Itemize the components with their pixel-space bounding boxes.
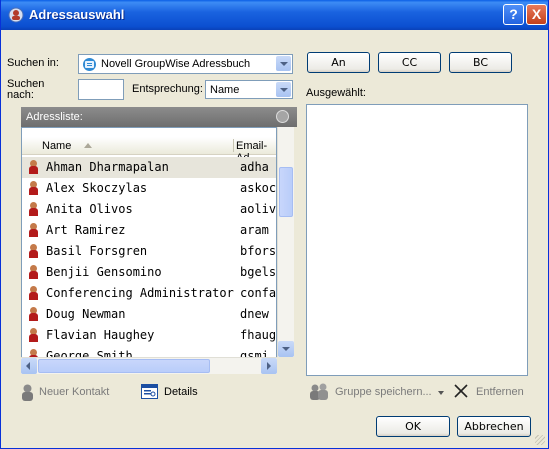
window-title: Adressauswahl bbox=[29, 7, 125, 22]
contact-icon bbox=[29, 328, 38, 342]
group-icon bbox=[310, 383, 328, 400]
cc-button[interactable]: CC bbox=[378, 52, 441, 73]
new-contact-label: Neuer Kontakt bbox=[39, 386, 110, 398]
resize-grip[interactable] bbox=[535, 435, 545, 445]
match-label: Entsprechung: bbox=[132, 83, 203, 95]
contact-name: Basil Forsgren bbox=[46, 244, 148, 258]
contact-name: Anita Olivos bbox=[46, 202, 133, 216]
close-button[interactable]: X bbox=[526, 4, 547, 25]
contact-email: aoliv bbox=[240, 202, 277, 216]
contact-name: Doug Newman bbox=[46, 307, 126, 321]
contact-icon bbox=[29, 160, 38, 174]
search-for-label-line2: nach: bbox=[7, 89, 34, 101]
contact-name: Art Ramirez bbox=[46, 223, 126, 237]
close-icon bbox=[454, 384, 468, 398]
title-bar[interactable]: Adressauswahl ? X bbox=[1, 0, 548, 30]
horizontal-scrollbar[interactable] bbox=[21, 357, 277, 374]
column-divider[interactable] bbox=[233, 139, 234, 152]
help-button[interactable]: ? bbox=[503, 4, 524, 25]
contact-email: dnew bbox=[240, 307, 269, 321]
chevron-down-icon[interactable] bbox=[276, 82, 291, 97]
contact-name: Flavian Haughey bbox=[46, 328, 155, 342]
search-in-dropdown[interactable]: Novell GroupWise Adressbuch bbox=[78, 54, 293, 74]
contact-icon bbox=[29, 265, 38, 279]
scroll-thumb[interactable] bbox=[279, 167, 293, 217]
contact-name: Benjii Gensomino bbox=[46, 265, 162, 279]
remove-label: Entfernen bbox=[476, 386, 524, 398]
contact-icon bbox=[29, 307, 38, 321]
scroll-thumb[interactable] bbox=[38, 359, 210, 373]
bc-button[interactable]: BC bbox=[449, 52, 512, 73]
list-item[interactable]: Doug Newman dnew bbox=[22, 304, 276, 325]
list-item[interactable]: Alex Skoczylas askoc bbox=[22, 178, 277, 199]
details-label: Details bbox=[164, 386, 198, 398]
save-group-label: Gruppe speichern... bbox=[335, 386, 432, 398]
refresh-icon[interactable] bbox=[276, 110, 289, 123]
contact-email: bfors bbox=[240, 244, 277, 258]
list-item[interactable]: Art Ramirez aram bbox=[22, 220, 276, 241]
contact-email: fhaug bbox=[240, 328, 277, 342]
contact-icon bbox=[29, 181, 38, 195]
list-item[interactable]: Anita Olivos aoliv bbox=[22, 199, 277, 220]
scroll-down-icon[interactable] bbox=[278, 341, 294, 357]
address-list-label: Adressliste: bbox=[26, 111, 83, 123]
selected-label: Ausgewählt: bbox=[306, 87, 366, 99]
scroll-left-icon[interactable] bbox=[21, 358, 37, 374]
contact-icon bbox=[29, 223, 38, 237]
sort-ascending-icon bbox=[84, 143, 92, 148]
contact-email: confa bbox=[240, 286, 277, 300]
address-list[interactable]: Name Email-Ad Ahman Dharmapalan adha Ale… bbox=[21, 127, 277, 374]
list-item[interactable]: Ahman Dharmapalan adha bbox=[22, 157, 276, 178]
list-item[interactable]: Benjii Gensomino bgels bbox=[22, 262, 277, 283]
contact-icon bbox=[29, 286, 38, 300]
cancel-button[interactable]: Abbrechen bbox=[457, 416, 531, 437]
search-for-input[interactable] bbox=[78, 79, 124, 100]
selected-recipients-list[interactable] bbox=[306, 104, 528, 376]
list-item[interactable]: Basil Forsgren bfors bbox=[22, 241, 277, 262]
address-list-header: Adressliste: bbox=[21, 107, 297, 127]
search-in-value: Novell GroupWise Adressbuch bbox=[101, 58, 251, 70]
contact-icon bbox=[29, 244, 38, 258]
chevron-down-icon[interactable] bbox=[276, 56, 291, 71]
to-button[interactable]: An bbox=[307, 52, 370, 73]
address-book-icon bbox=[8, 7, 24, 23]
list-item[interactable]: Conferencing Administrator confa bbox=[22, 283, 277, 304]
contact-name: Alex Skoczylas bbox=[46, 181, 148, 195]
vertical-scrollbar[interactable] bbox=[277, 127, 294, 357]
scroll-right-icon[interactable] bbox=[261, 358, 277, 374]
column-header-name[interactable]: Name bbox=[42, 140, 71, 152]
ok-button[interactable]: OK bbox=[376, 416, 450, 437]
search-in-label: Suchen in: bbox=[7, 57, 59, 69]
match-dropdown[interactable]: Name bbox=[205, 80, 293, 99]
contact-name: Conferencing Administrator bbox=[46, 286, 234, 300]
list-item[interactable]: Flavian Haughey fhaug bbox=[22, 325, 277, 346]
contact-name: Ahman Dharmapalan bbox=[46, 160, 169, 174]
groupwise-addressbook-icon bbox=[83, 58, 96, 71]
person-icon bbox=[22, 384, 33, 401]
details-icon bbox=[141, 384, 158, 399]
contact-email: bgels bbox=[240, 265, 277, 279]
address-selection-dialog: Adressauswahl ? X Suchen in: Novell Grou… bbox=[0, 0, 549, 449]
contact-email: askoc bbox=[240, 181, 277, 195]
match-value: Name bbox=[210, 84, 240, 96]
dropdown-arrow-icon[interactable] bbox=[438, 391, 444, 395]
contact-email: aram bbox=[240, 223, 269, 237]
contact-email: adha bbox=[240, 160, 269, 174]
column-header-row: Name Email-Ad bbox=[22, 137, 276, 164]
contact-icon bbox=[29, 202, 38, 216]
